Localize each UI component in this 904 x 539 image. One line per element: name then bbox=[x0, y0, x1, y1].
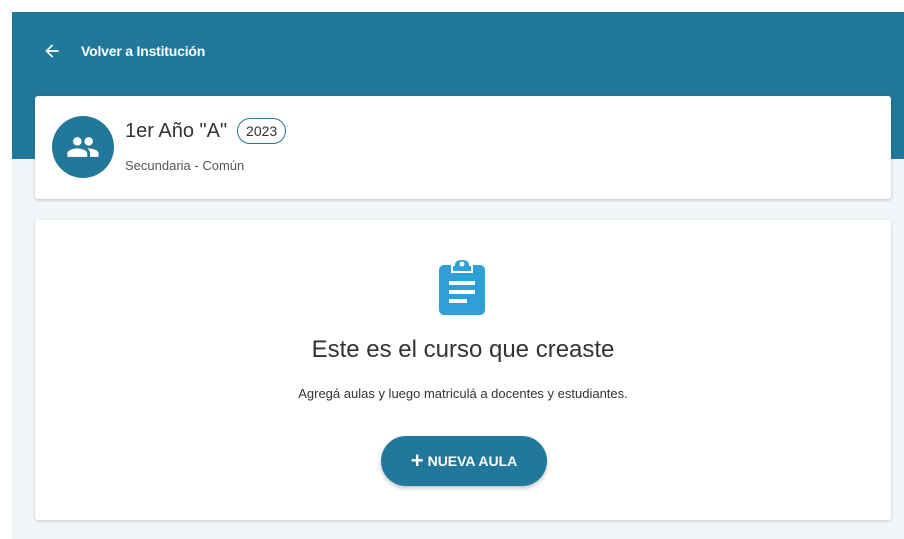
empty-state-title: Este es el curso que creaste bbox=[311, 336, 615, 363]
course-title-row: 1er Año "A" 2023 bbox=[125, 118, 287, 144]
course-card: 1er Año "A" 2023 Secundaria - Común bbox=[35, 96, 891, 199]
app-frame: Volver a Institución 1er Año "A" 2023 Se… bbox=[12, 12, 904, 539]
year-badge: 2023 bbox=[237, 118, 287, 144]
new-classroom-button[interactable]: + NUEVA AULA bbox=[381, 436, 547, 486]
empty-state-card: Este es el curso que creaste Agregá aula… bbox=[35, 220, 891, 520]
empty-state-description: Agregá aulas y luego matriculá a docente… bbox=[298, 386, 628, 401]
course-name: 1er Año "A" bbox=[125, 119, 228, 142]
course-subtitle: Secundaria - Común bbox=[125, 158, 245, 173]
back-to-institution-link[interactable]: Volver a Institución bbox=[42, 36, 205, 66]
plus-icon: + bbox=[410, 448, 424, 473]
course-avatar bbox=[52, 116, 114, 178]
back-link-label: Volver a Institución bbox=[81, 43, 206, 59]
group-icon bbox=[66, 130, 100, 164]
clipboard-icon bbox=[436, 257, 488, 317]
new-classroom-button-label: NUEVA AULA bbox=[427, 453, 518, 469]
arrow-left-icon bbox=[42, 41, 62, 61]
